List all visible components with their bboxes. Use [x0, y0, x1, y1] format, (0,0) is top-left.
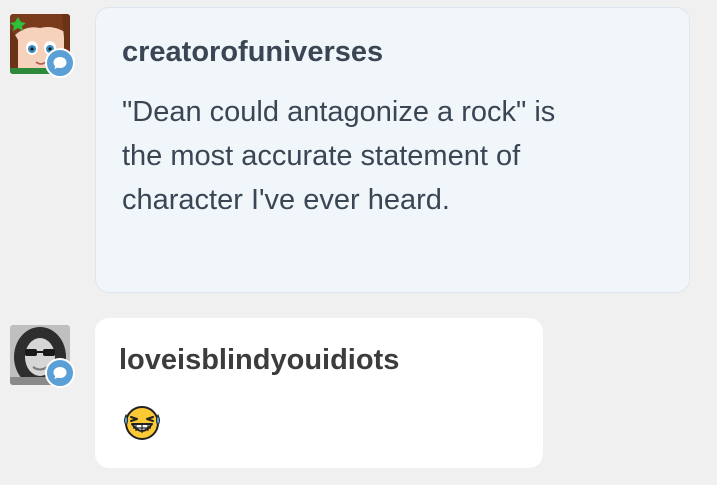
- grinning-squinting-face-with-tears-emoji-icon: [124, 406, 160, 440]
- chat-badge: [45, 358, 75, 388]
- chat-bubble-icon: [53, 57, 67, 69]
- username[interactable]: creatorofuniverses: [122, 36, 383, 69]
- chat-bubble-icon: [53, 367, 67, 379]
- username[interactable]: loveisblindyouidiots: [119, 344, 399, 377]
- chat-message-1: creatorofuniverses "Dean could antagoniz…: [0, 0, 717, 300]
- chat-message-2: loveisblindyouidiots: [0, 300, 717, 485]
- message-bubble: loveisblindyouidiots: [95, 318, 543, 468]
- chat-badge: [45, 48, 75, 78]
- message-text: "Dean could antagonize a rock" is the mo…: [122, 96, 556, 216]
- message-bubble: creatorofuniverses "Dean could antagoniz…: [95, 7, 690, 293]
